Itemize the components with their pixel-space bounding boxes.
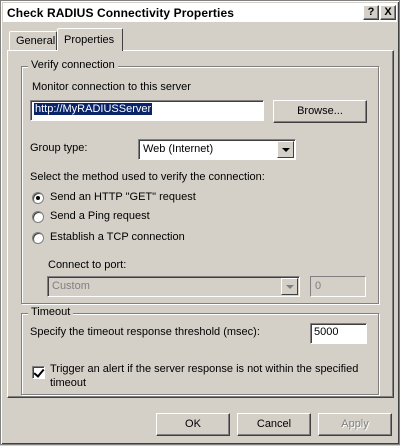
apply-button[interactable]: Apply bbox=[318, 413, 392, 436]
threshold-input[interactable]: 5000 bbox=[310, 323, 367, 344]
threshold-value: 5000 bbox=[314, 326, 339, 338]
group-type-label: Group type: bbox=[30, 142, 88, 154]
method-label: Select the method used to verify the con… bbox=[30, 171, 265, 183]
radio-http-get[interactable] bbox=[32, 192, 44, 204]
radio-http-get-label[interactable]: Send an HTTP "GET" request bbox=[50, 191, 196, 203]
threshold-label: Specify the timeout response threshold (… bbox=[30, 326, 260, 338]
group-type-select[interactable]: Web (Internet) bbox=[138, 139, 296, 160]
apply-button-label: Apply bbox=[341, 418, 369, 430]
alert-checkbox[interactable] bbox=[32, 366, 45, 379]
ok-button-label: OK bbox=[185, 418, 201, 430]
chevron-down-icon[interactable] bbox=[281, 278, 298, 295]
ok-button[interactable]: OK bbox=[156, 413, 230, 436]
browse-button-label: Browse... bbox=[297, 105, 343, 117]
server-url-value: http://MyRADIUSServer bbox=[34, 103, 153, 115]
panel-content: Verify connection Monitor connection to … bbox=[1, 1, 400, 446]
port-label: Connect to port: bbox=[48, 259, 127, 271]
cancel-button-label: Cancel bbox=[256, 418, 292, 430]
verify-connection-legend: Verify connection bbox=[28, 59, 118, 71]
port-number-input[interactable]: 0 bbox=[310, 276, 366, 297]
timeout-legend: Timeout bbox=[28, 306, 74, 318]
port-type-value: Custom bbox=[52, 280, 90, 292]
group-type-value: Web (Internet) bbox=[143, 143, 214, 155]
radio-tcp-label[interactable]: Establish a TCP connection bbox=[50, 231, 185, 243]
monitor-label: Monitor connection to this server bbox=[32, 81, 191, 93]
radio-ping[interactable] bbox=[32, 211, 44, 223]
radio-ping-label[interactable]: Send a Ping request bbox=[50, 210, 150, 222]
radio-tcp[interactable] bbox=[32, 232, 44, 244]
properties-dialog: Check RADIUS Connectivity Properties ? X… bbox=[0, 0, 400, 445]
server-url-input[interactable]: http://MyRADIUSServer bbox=[30, 100, 264, 121]
cancel-button[interactable]: Cancel bbox=[237, 413, 311, 436]
browse-button[interactable]: Browse... bbox=[273, 100, 367, 123]
port-type-select[interactable]: Custom bbox=[47, 276, 300, 297]
chevron-down-icon[interactable] bbox=[277, 141, 294, 158]
port-number-value: 0 bbox=[315, 280, 322, 292]
alert-label-line1[interactable]: Trigger an alert if the server response … bbox=[50, 363, 358, 375]
alert-label-line2[interactable]: timeout bbox=[50, 377, 86, 389]
